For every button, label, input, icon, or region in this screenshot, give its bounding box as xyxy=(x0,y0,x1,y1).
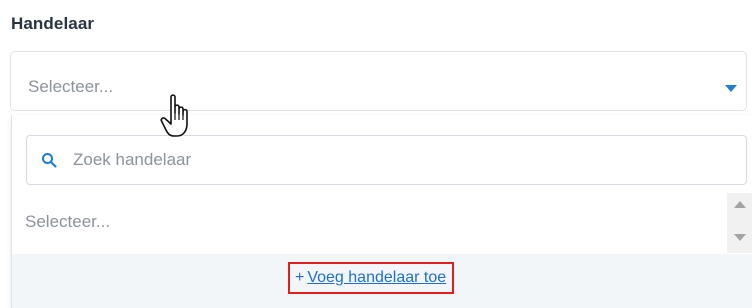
hand-pointer-icon xyxy=(160,94,188,137)
dropdown-footer: + Voeg handelaar toe xyxy=(12,254,752,308)
add-merchant-label: Voeg handelaar toe xyxy=(307,269,447,286)
scroll-up-arrow-icon[interactable] xyxy=(734,201,746,208)
list-item[interactable]: Selecteer... xyxy=(12,210,724,254)
scrollbar[interactable] xyxy=(727,193,752,253)
merchant-select[interactable]: Selecteer... xyxy=(10,51,747,111)
search-field[interactable] xyxy=(26,135,747,185)
chevron-down-icon[interactable] xyxy=(725,85,737,92)
option-label: Selecteer... xyxy=(25,212,111,231)
scroll-down-arrow-icon[interactable] xyxy=(734,234,746,241)
add-merchant-link[interactable]: + Voeg handelaar toe xyxy=(288,262,455,294)
field-label: Handelaar xyxy=(11,14,95,33)
search-icon xyxy=(42,153,57,168)
search-input[interactable] xyxy=(73,136,733,184)
plus-icon: + xyxy=(295,269,305,286)
dropdown-panel: Selecteer... +Voeg handelaar toe xyxy=(11,115,752,308)
select-value: Selecteer... xyxy=(28,77,114,96)
